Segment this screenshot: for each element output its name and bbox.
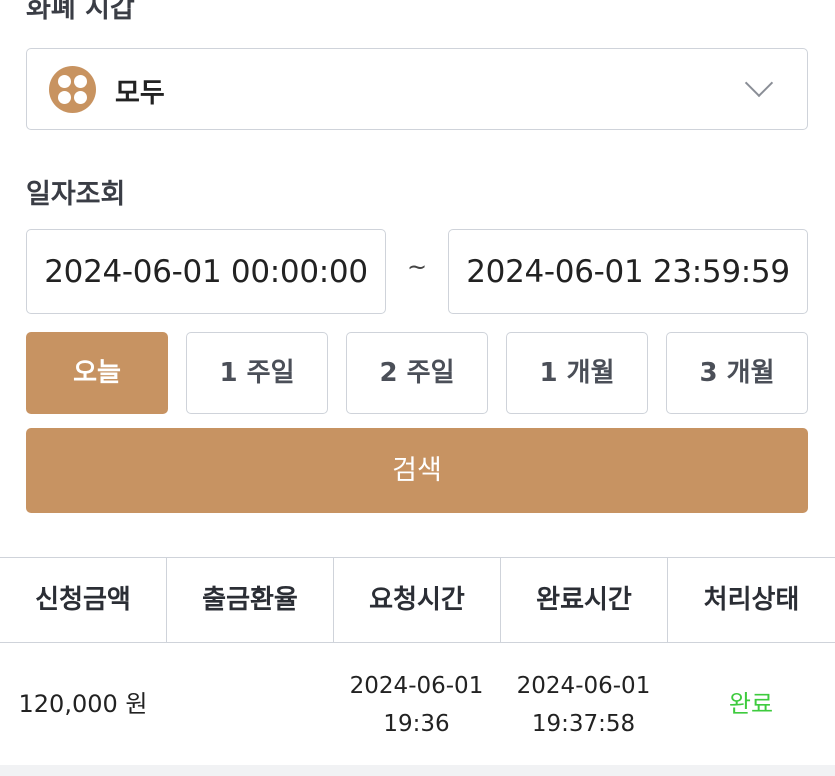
currency-select[interactable]: 모두 — [26, 48, 808, 130]
withdrawal-history-table: 신청금액 출금환율 요청시간 완료시간 처리상태 120,000 원 2024-… — [0, 557, 835, 767]
complete-clock: 19:37:58 — [531, 711, 636, 737]
period-1-week-button[interactable]: 1 주일 — [186, 332, 328, 414]
request-date: 2024-06-01 — [349, 673, 484, 699]
complete-date: 2024-06-01 — [516, 673, 651, 699]
period-today-button[interactable]: 오늘 — [26, 332, 168, 414]
chevron-down-icon — [744, 68, 774, 98]
table-header: 신청금액 출금환율 요청시간 완료시간 처리상태 — [0, 557, 835, 643]
coin-grid-icon — [49, 66, 96, 113]
header-status: 처리상태 — [667, 558, 835, 642]
request-clock: 19:36 — [383, 711, 450, 737]
header-exchange-rate: 출금환율 — [166, 558, 333, 642]
bottom-divider — [0, 765, 835, 776]
period-2-weeks-button[interactable]: 2 주일 — [346, 332, 488, 414]
currency-section-label: 화폐 시갑 — [26, 0, 135, 24]
cell-complete-time: 2024-06-01 19:37:58 — [500, 643, 667, 765]
cell-request-time: 2024-06-01 19:36 — [333, 643, 500, 765]
cell-exchange-rate — [166, 643, 333, 765]
header-complete-time: 완료시간 — [500, 558, 667, 642]
period-3-months-button[interactable]: 3 개월 — [666, 332, 808, 414]
header-request-amount: 신청금액 — [35, 585, 131, 615]
status-badge: 완료 — [728, 690, 774, 718]
search-button[interactable]: 검색 — [26, 428, 808, 513]
cell-amount: 120,000 원 — [18, 690, 148, 718]
header-request-time: 요청시간 — [333, 558, 500, 642]
period-1-month-button[interactable]: 1 개월 — [506, 332, 648, 414]
table-row: 120,000 원 2024-06-01 19:36 2024-06-01 19… — [0, 643, 835, 767]
currency-select-value: 모두 — [115, 78, 165, 109]
start-date-input[interactable]: 2024-06-01 00:00:00 — [26, 229, 386, 314]
end-date-input[interactable]: 2024-06-01 23:59:59 — [448, 229, 808, 314]
date-range-separator: ~ — [407, 253, 428, 281]
date-section-label: 일자조회 — [26, 179, 126, 210]
